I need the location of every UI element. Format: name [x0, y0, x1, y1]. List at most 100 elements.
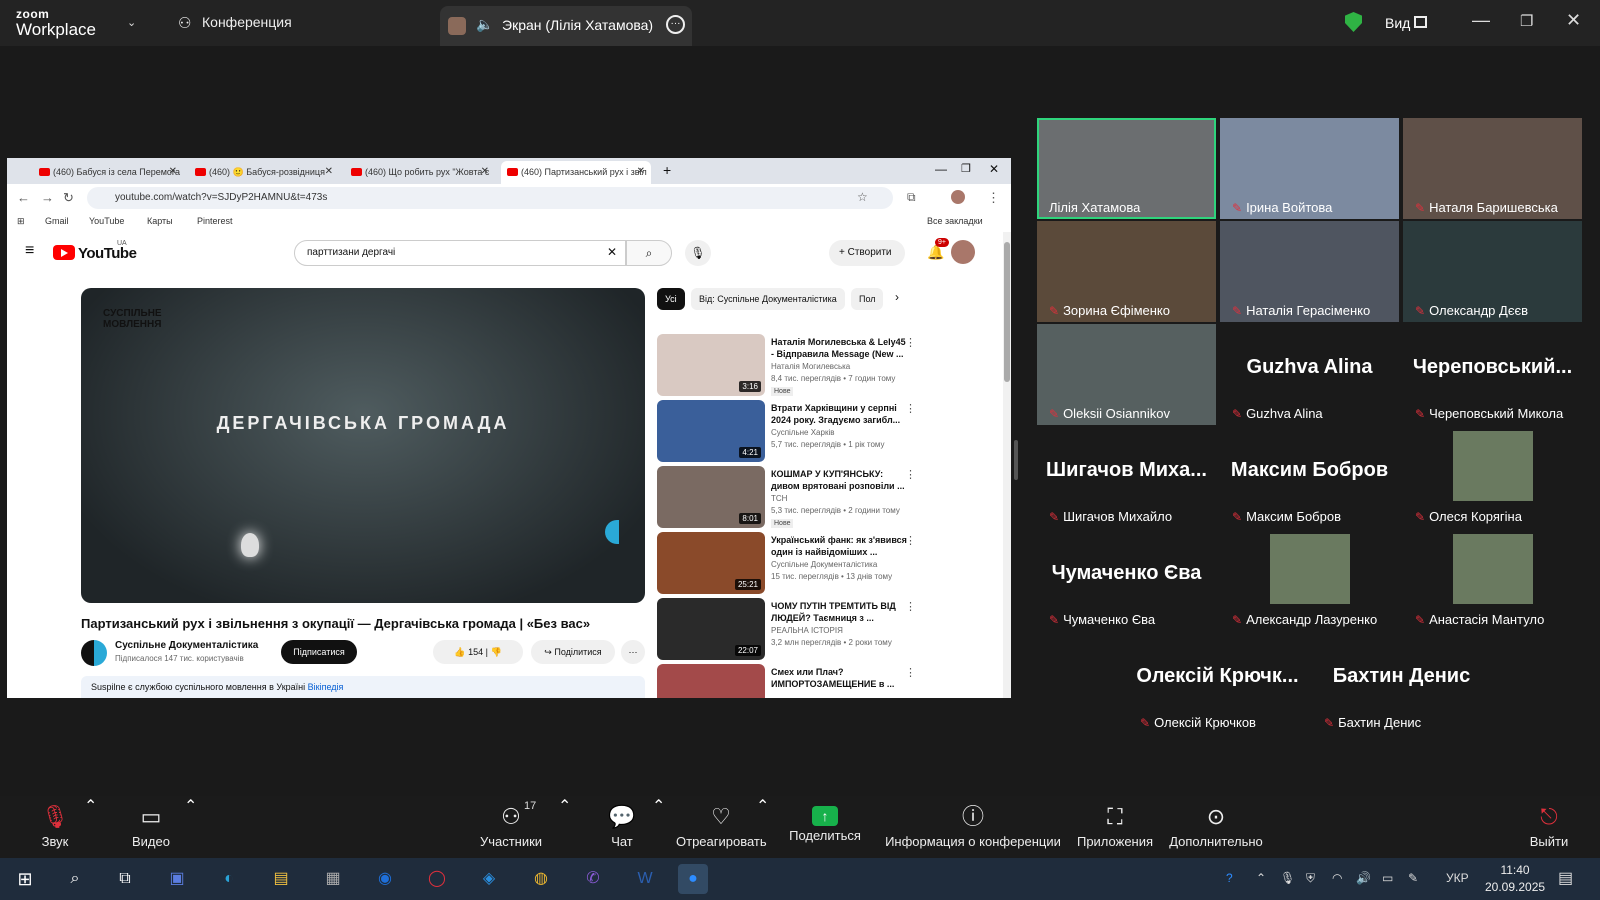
leave-button[interactable]: ⎋ Выйти [1528, 796, 1570, 858]
video-thumbnail[interactable]: 3:16 [657, 334, 765, 396]
audio-button[interactable]: 🎙 Звук [30, 796, 80, 858]
chevron-right-icon[interactable]: › [895, 290, 899, 304]
split-handle[interactable] [1014, 440, 1018, 480]
participant-tile[interactable]: ✎ Зорина Єфіменко [1037, 221, 1216, 322]
chevron-up-icon[interactable]: ⌃ [652, 796, 665, 858]
video-thumbnail[interactable]: 22:07 [657, 598, 765, 660]
recommended-video-title[interactable]: Смех или Плач? ИМПОРТОЗАМЕЩЕНИЕ в ... [771, 666, 911, 690]
participant-tile[interactable]: Олексій Крючк... ✎ Олексій Крючков [1128, 633, 1307, 734]
extensions-icon[interactable]: ⧉ [907, 190, 916, 205]
shield-tray-icon[interactable]: ⛨ [1306, 871, 1315, 886]
url-input[interactable]: youtube.com/watch?v=SJDyP2HAMNU&t=473s [87, 187, 893, 209]
create-button[interactable]: + Створити [829, 240, 905, 266]
more-options-icon[interactable]: ⋮ [905, 336, 916, 349]
windows-start-icon[interactable]: ⊞ [10, 864, 40, 894]
volume-icon[interactable]: 🔊 [1356, 871, 1371, 885]
participant-tile[interactable]: ✎ Олеся Корягіна [1403, 427, 1582, 528]
search-input[interactable]: парттизани дергачі ✕ [294, 240, 626, 266]
video-thumbnail[interactable]: 4:21 [657, 400, 765, 462]
edge-icon[interactable]: ◐ [214, 864, 244, 894]
chevron-up-icon[interactable]: ⌃ [756, 796, 769, 858]
recommended-video[interactable]: 4:21 Втрати Харківщини у серпні 2024 року… [657, 400, 937, 462]
clock[interactable]: 11:40 20.09.2025 [1485, 862, 1545, 896]
more-options-icon[interactable]: ⋮ [905, 534, 916, 547]
forward-icon[interactable]: → [41, 190, 54, 205]
recommended-channel[interactable]: Суспільне Документалістика [771, 560, 877, 569]
recommended-channel[interactable]: Наталія Могилевська [771, 362, 850, 371]
recommended-channel[interactable]: ТСН [771, 494, 787, 503]
participant-tile[interactable]: ✎ Александр Лазуренко [1220, 530, 1399, 631]
channel-name[interactable]: Суспільне Документалістика [115, 640, 258, 651]
more-options-icon[interactable]: ⋮ [905, 402, 916, 415]
bookmark-pinterest[interactable]: Pinterest [197, 216, 233, 226]
store-icon[interactable]: ▦ [318, 864, 348, 894]
apps-button[interactable]: ⛶ Приложения [1076, 796, 1154, 858]
chip-channel[interactable]: Від: Суспільне Документалістика [691, 288, 845, 310]
language-indicator[interactable]: УКР [1446, 871, 1469, 885]
recommended-video-title[interactable]: КОШМАР У КУП'ЯНСЬКУ: дивом врятовані роз… [771, 468, 911, 492]
more-options-icon[interactable]: ··· [666, 15, 685, 34]
bookmark-maps[interactable]: Карты [147, 216, 173, 226]
search-button[interactable]: ⌕ [626, 240, 672, 266]
youtube-logo-icon[interactable] [53, 245, 75, 260]
chip-all[interactable]: Усі [657, 288, 685, 310]
conference-tab[interactable]: Конференция [202, 14, 292, 30]
video-thumbnail[interactable]: 25:21 [657, 532, 765, 594]
participant-tile[interactable]: ✎ Наталя Баришевська [1403, 118, 1582, 219]
menu-icon[interactable]: ⋮ [987, 190, 1000, 206]
restore-icon[interactable]: ❐ [961, 162, 971, 175]
browser-tab[interactable]: (460) Що робить рух "Жовта с ✕ [345, 161, 495, 184]
video-description[interactable]: Suspilne є службою суспільного мовлення … [81, 676, 645, 698]
wikipedia-link[interactable]: Вікіпедія [308, 682, 344, 692]
outlook-icon[interactable]: ◉ [370, 864, 400, 894]
grid-view-icon[interactable] [1414, 16, 1427, 28]
chevron-up-icon[interactable]: ⌃ [184, 796, 197, 858]
minimize-icon[interactable]: — [1472, 10, 1490, 31]
share-button[interactable]: ↪ Поділитися [531, 640, 615, 664]
participant-tile[interactable]: Бахтин Денис ✎ Бахтин Денис [1312, 633, 1491, 734]
apps-grid-icon[interactable]: ⊞ [17, 216, 25, 227]
close-icon[interactable]: ✕ [481, 166, 489, 177]
close-icon[interactable]: ✕ [637, 166, 645, 177]
hamburger-icon[interactable]: ≡ [25, 242, 34, 260]
browser-tab[interactable]: (460) 🙂 Бабуся-розвідниця ✕ [189, 161, 339, 184]
more-options-icon[interactable]: ⋮ [905, 666, 916, 679]
clear-icon[interactable]: ✕ [607, 245, 617, 259]
participant-tile[interactable]: Максим Бобров ✎ Максим Бобров [1220, 427, 1399, 528]
recommended-video[interactable]: 3:16 Наталія Могилевська & Lely45 - Відпр… [657, 334, 937, 396]
word-icon[interactable]: W [630, 864, 660, 894]
more-options-icon[interactable]: ⋮ [905, 600, 916, 613]
recommended-video-title[interactable]: ЧОМУ ПУТІН ТРЕМТИТЬ ВІД ЛЮДЕЙ? Таємниця … [771, 600, 911, 624]
pen-icon[interactable]: ✎ [1408, 871, 1418, 885]
user-avatar[interactable] [951, 240, 975, 264]
new-tab-icon[interactable]: + [663, 162, 671, 178]
more-options-icon[interactable]: ⋮ [905, 468, 916, 481]
participant-tile[interactable]: ✎ Ірина Войтова [1220, 118, 1399, 219]
recommended-channel[interactable]: Суспільне Харків [771, 428, 834, 437]
share-screen-button[interactable]: ↑ Поделиться [788, 796, 862, 858]
participant-tile[interactable]: Шигачов Миха... ✎ Шигачов Михайло [1037, 427, 1216, 528]
like-button[interactable]: 👍 154 | 👎 [433, 640, 523, 664]
wifi-icon[interactable]: ◠ [1332, 871, 1342, 885]
reload-icon[interactable]: ↻ [63, 190, 74, 206]
view-button[interactable]: Вид [1385, 15, 1410, 31]
youtube-logo-text[interactable]: YouTube [78, 245, 137, 262]
chevron-down-icon[interactable]: ⌄ [127, 16, 136, 29]
opera-icon[interactable]: ◯ [422, 864, 452, 894]
bookmark-gmail[interactable]: Gmail [45, 216, 69, 226]
chevron-up-icon[interactable]: ⌃ [84, 796, 97, 858]
zoom-app-icon[interactable]: ● [678, 864, 708, 894]
participant-tile[interactable]: Чумаченко Єва ✎ Чумаченко Єва [1037, 530, 1216, 631]
back-icon[interactable]: ← [17, 190, 30, 205]
chevron-up-icon[interactable]: ⌃ [1256, 871, 1266, 885]
screen-share-tab[interactable]: 🔈 Экран (Лілія Хатамова) ··· [440, 6, 692, 46]
participants-button[interactable]: ⚇ 17 Участники [474, 796, 548, 858]
minimize-icon[interactable]: — [935, 162, 947, 176]
video-thumbnail[interactable] [657, 664, 765, 698]
notifications-icon[interactable]: ▤ [1558, 868, 1573, 888]
participant-tile[interactable]: ✎ Анастасія Мантуло [1403, 530, 1582, 631]
chip-more[interactable]: Пол [851, 288, 883, 310]
scroll-thumb[interactable] [1004, 242, 1010, 382]
all-bookmarks[interactable]: Все закладки [927, 216, 983, 226]
mic-tray-icon[interactable]: 🎙 [1280, 871, 1295, 885]
